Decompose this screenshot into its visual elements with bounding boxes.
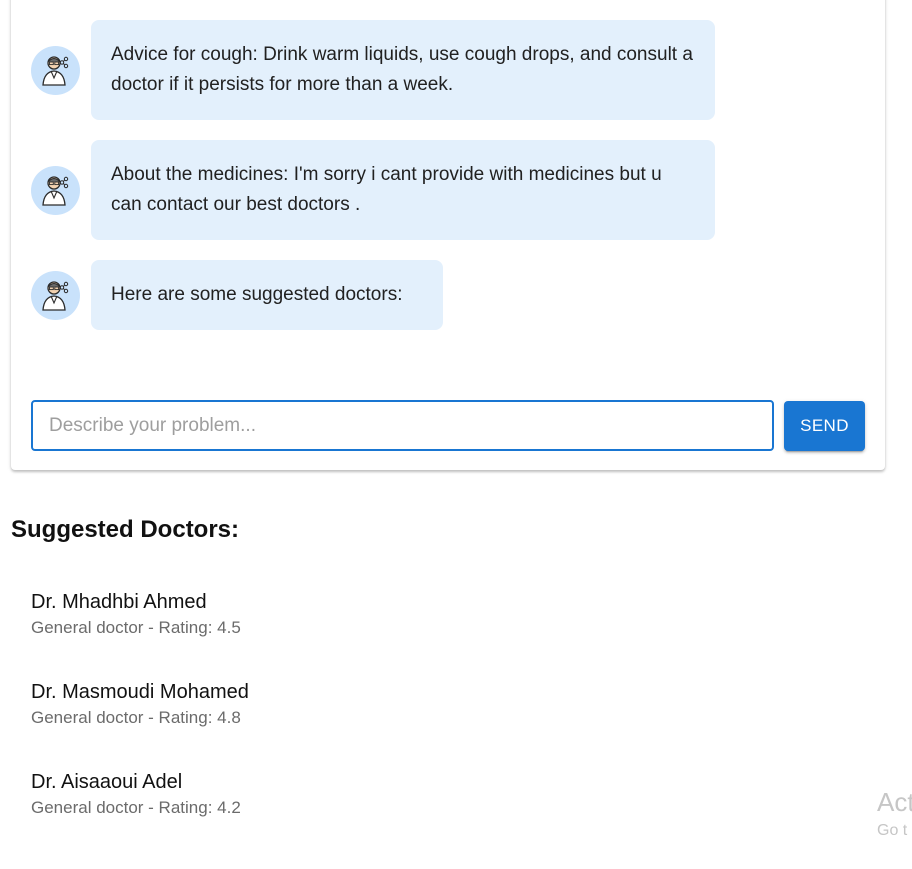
doctor-list-item[interactable]: Dr. Masmoudi Mohamed General doctor - Ra…	[31, 680, 531, 770]
suggested-doctors-title: Suggested Doctors:	[11, 516, 240, 543]
doctor-avatar-icon	[31, 270, 80, 320]
watermark-title: Act	[877, 787, 912, 817]
doctor-avatar-icon	[31, 45, 80, 95]
doctor-name: Dr. Aisaaoui Adel	[31, 771, 183, 793]
chat-message: Advice for cough: Drink warm liquids, us…	[31, 20, 715, 120]
activation-watermark: Act Go t	[877, 786, 912, 844]
send-button[interactable]: SEND	[784, 401, 865, 451]
doctor-rating: General doctor - Rating: 4.5	[31, 618, 241, 637]
chat-message: About the medicines: I'm sorry i cant pr…	[31, 140, 715, 240]
doctor-list-item[interactable]: Dr. Aisaaoui Adel General doctor - Ratin…	[31, 770, 531, 860]
problem-input[interactable]	[31, 400, 774, 451]
doctor-name: Dr. Masmoudi Mohamed	[31, 681, 249, 703]
doctor-list: Dr. Mhadhbi Ahmed General doctor - Ratin…	[31, 590, 531, 860]
page: Advice for cough: Drink warm liquids, us…	[0, 0, 912, 869]
doctor-avatar-icon	[31, 165, 80, 215]
chat-card: Advice for cough: Drink warm liquids, us…	[11, 0, 885, 470]
chat-bubble: About the medicines: I'm sorry i cant pr…	[91, 140, 715, 240]
watermark-subtitle: Go t	[877, 822, 908, 839]
doctor-rating: General doctor - Rating: 4.8	[31, 708, 241, 727]
chat-message: Here are some suggested doctors:	[31, 260, 443, 330]
doctor-name: Dr. Mhadhbi Ahmed	[31, 591, 207, 613]
doctor-rating: General doctor - Rating: 4.2	[31, 798, 241, 817]
chat-bubble: Here are some suggested doctors:	[91, 260, 443, 330]
chat-input-row: SEND	[31, 400, 865, 451]
chat-message-text: Here are some suggested doctors:	[111, 284, 403, 305]
chat-message-text: Advice for cough: Drink warm liquids, us…	[111, 44, 693, 95]
doctor-list-item[interactable]: Dr. Mhadhbi Ahmed General doctor - Ratin…	[31, 590, 531, 680]
chat-message-text: About the medicines: I'm sorry i cant pr…	[111, 164, 662, 215]
chat-bubble: Advice for cough: Drink warm liquids, us…	[91, 20, 715, 120]
